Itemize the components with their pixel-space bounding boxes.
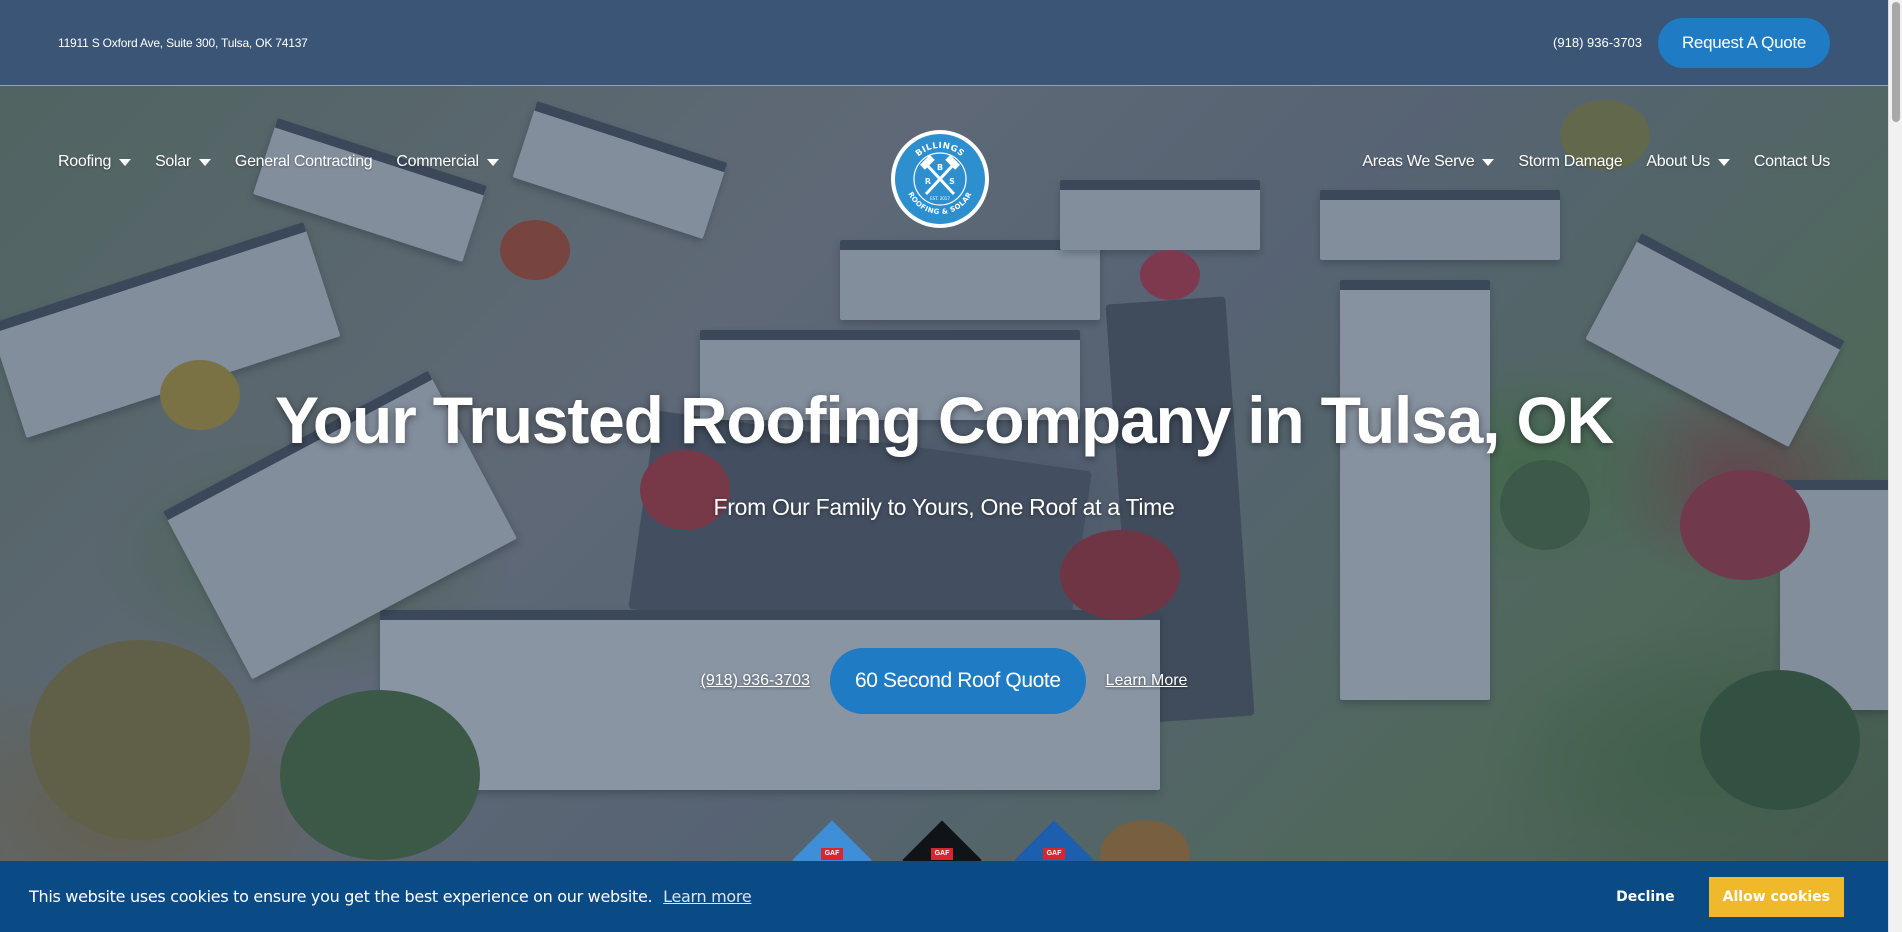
logo-est-text: EST. 2017 bbox=[930, 196, 950, 201]
nav-item-storm-damage[interactable]: Storm Damage bbox=[1518, 153, 1622, 171]
address-text: 11911 S Oxford Ave, Suite 300, Tulsa, OK… bbox=[58, 35, 308, 50]
nav-item-about-us[interactable]: About Us bbox=[1646, 153, 1730, 171]
svg-text:ROOFING & SOLAR: ROOFING & SOLAR bbox=[906, 191, 973, 217]
nav-label: Roofing bbox=[58, 153, 112, 170]
logo-letter-s: S bbox=[949, 177, 955, 186]
page-scrollbar[interactable] bbox=[1888, 0, 1902, 932]
scrollbar-thumb[interactable] bbox=[1892, 2, 1900, 122]
chevron-down-icon bbox=[1482, 158, 1495, 166]
top-bar: 11911 S Oxford Ave, Suite 300, Tulsa, OK… bbox=[0, 0, 1888, 86]
learn-more-link[interactable]: Learn More bbox=[1106, 672, 1188, 690]
nav-item-roofing[interactable]: Roofing bbox=[58, 153, 132, 171]
gaf-badge-label: GAF bbox=[931, 848, 953, 860]
cookie-learn-more-link[interactable]: Learn more bbox=[663, 887, 752, 906]
cookie-message-text: This website uses cookies to ensure you … bbox=[29, 887, 653, 906]
nav-item-commercial[interactable]: Commercial bbox=[396, 153, 499, 171]
nav-label: Commercial bbox=[396, 153, 479, 170]
topbar-contact: (918) 936-3703 Request A Quote bbox=[1553, 17, 1830, 68]
nav-label: About Us bbox=[1646, 153, 1710, 170]
request-quote-button[interactable]: Request A Quote bbox=[1657, 17, 1830, 68]
hero-subheadline: From Our Family to Yours, One Roof at a … bbox=[713, 494, 1175, 520]
chevron-down-icon bbox=[198, 158, 211, 166]
nav-item-contact-us[interactable]: Contact Us bbox=[1754, 153, 1830, 171]
nav-label: Contact Us bbox=[1753, 153, 1830, 170]
logo-bottom-text: ROOFING & SOLAR bbox=[906, 191, 973, 217]
hero-cta-row: (918) 936-3703 60 Second Roof Quote Lear… bbox=[0, 648, 1888, 714]
phone-link[interactable]: (918) 936-3703 bbox=[1553, 35, 1642, 50]
nav-label: General Contracting bbox=[234, 153, 373, 170]
svg-text:BILLINGS: BILLINGS bbox=[914, 141, 966, 159]
company-logo[interactable]: BILLINGS ROOFING & SOLAR B R S EST. 2017 bbox=[891, 130, 989, 228]
nav-label: Areas We Serve bbox=[1362, 153, 1475, 170]
hero-headline: Your Trusted Roofing Company in Tulsa, O… bbox=[274, 383, 1614, 457]
cookie-banner: This website uses cookies to ensure you … bbox=[0, 861, 1888, 932]
nav-left: Roofing Solar General Contracting Commer… bbox=[58, 153, 499, 171]
logo-letter-r: R bbox=[925, 177, 931, 186]
hammer-logo-icon: BILLINGS ROOFING & SOLAR B R S EST. 2017 bbox=[906, 141, 973, 217]
logo-top-text: BILLINGS bbox=[914, 141, 966, 159]
cookie-actions: Decline Allow cookies bbox=[1600, 876, 1844, 917]
chevron-down-icon bbox=[1717, 158, 1730, 166]
chevron-down-icon bbox=[486, 158, 499, 166]
nav-item-areas-we-serve[interactable]: Areas We Serve bbox=[1362, 153, 1495, 171]
nav-right: Areas We Serve Storm Damage About Us Con… bbox=[1362, 153, 1830, 171]
nav-item-solar[interactable]: Solar bbox=[155, 153, 211, 171]
nav-label: Storm Damage bbox=[1518, 153, 1623, 170]
gaf-badge-label: GAF bbox=[821, 848, 843, 860]
gaf-badge-label: GAF bbox=[1043, 848, 1065, 860]
cookie-message: This website uses cookies to ensure you … bbox=[29, 887, 752, 906]
nav-label: Solar bbox=[155, 153, 191, 170]
allow-cookies-button[interactable]: Allow cookies bbox=[1708, 876, 1844, 917]
logo-letter-b: B bbox=[937, 163, 943, 172]
hero-phone-link[interactable]: (918) 936-3703 bbox=[701, 672, 810, 690]
chevron-down-icon bbox=[119, 158, 132, 166]
nav-item-general-contracting[interactable]: General Contracting bbox=[235, 153, 373, 171]
logo-emblem: BILLINGS ROOFING & SOLAR B R S EST. 2017 bbox=[895, 134, 985, 224]
decline-cookies-button[interactable]: Decline bbox=[1600, 879, 1690, 915]
roof-quote-button[interactable]: 60 Second Roof Quote bbox=[829, 648, 1086, 714]
